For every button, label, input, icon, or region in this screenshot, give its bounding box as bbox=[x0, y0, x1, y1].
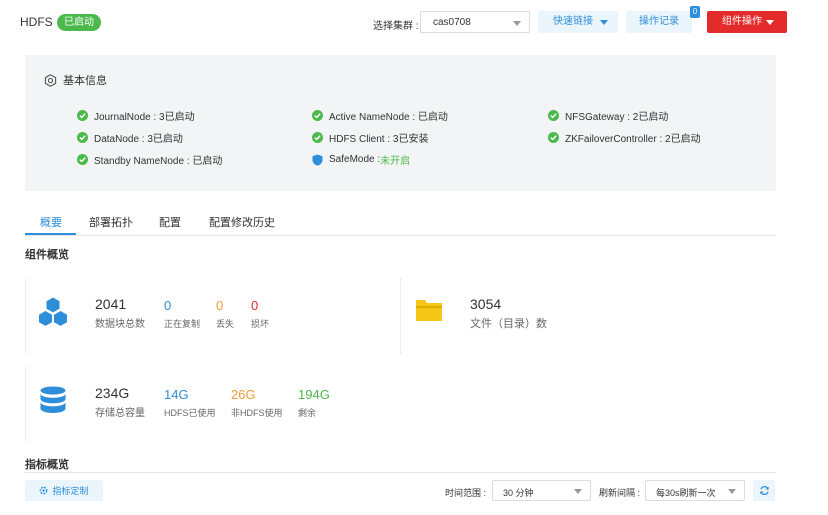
folder-icon bbox=[416, 300, 442, 321]
info-item-label: DataNode : 3已启动 bbox=[94, 134, 183, 145]
gear-icon bbox=[40, 486, 48, 495]
info-item-label: HDFS Client : 3已安装 bbox=[329, 134, 429, 145]
refresh-interval-select[interactable]: 每30s刷新一次 bbox=[645, 480, 745, 501]
check-circle-icon bbox=[77, 110, 88, 121]
refresh-interval-value: 每30s刷新一次 bbox=[656, 488, 716, 498]
metric-customize-button[interactable]: 指标定制 bbox=[25, 480, 103, 501]
chevron-down-icon bbox=[574, 489, 582, 494]
component-operation-label: 组件操作 bbox=[722, 16, 762, 27]
blocks-corrupt-value: 0 bbox=[251, 298, 259, 313]
storage-non-hdfs-label: 非HDFS使用 bbox=[231, 408, 283, 418]
chevron-down-icon bbox=[513, 21, 521, 26]
info-item-label: Standby NameNode : 已启动 bbox=[94, 156, 223, 167]
metrics-divider bbox=[25, 472, 776, 473]
check-circle-icon bbox=[77, 132, 88, 143]
info-item-standby-namenode: Standby NameNode : 已启动 bbox=[77, 152, 222, 167]
info-item-zkfailovercontroller: ZKFailoverController : 2已启动 bbox=[548, 130, 701, 145]
tab-deploy-topology[interactable]: 部署拓扑 bbox=[89, 214, 133, 230]
time-range-label: 时间范围 : bbox=[445, 488, 487, 498]
tab-config[interactable]: 配置 bbox=[159, 214, 181, 230]
info-item-safemode: SafeMode : 未开启 bbox=[312, 152, 410, 167]
time-range-select[interactable]: 30 分钟 bbox=[492, 480, 591, 501]
shield-icon bbox=[312, 154, 323, 166]
info-item-hdfs-client: HDFS Client : 3已安装 bbox=[312, 130, 428, 145]
metrics-overview-title: 指标概览 bbox=[25, 459, 69, 471]
operation-log-badge: 0 bbox=[690, 6, 700, 18]
quick-link-button[interactable]: 快速链接 bbox=[538, 11, 618, 33]
files-total-label: 文件（目录）数 bbox=[470, 318, 547, 330]
blocks-icon bbox=[39, 297, 67, 326]
target-icon bbox=[44, 73, 57, 87]
blocks-replicating-value: 0 bbox=[164, 298, 172, 313]
check-circle-icon bbox=[312, 110, 323, 121]
status-badge: 已启动 bbox=[57, 14, 101, 31]
blocks-total-label: 数据块总数 bbox=[95, 319, 145, 330]
time-range-value: 30 分钟 bbox=[503, 488, 534, 498]
check-circle-icon bbox=[548, 110, 559, 121]
cluster-label: 选择集群 : bbox=[373, 21, 419, 32]
storage-remaining-value: 194G bbox=[298, 387, 330, 402]
info-item-active-namenode: Active NameNode : 已启动 bbox=[312, 108, 448, 123]
info-item-label: ZKFailoverController : 2已启动 bbox=[565, 134, 701, 145]
quick-link-label: 快速链接 bbox=[553, 16, 593, 27]
blocks-corrupt-label: 损坏 bbox=[251, 319, 270, 329]
safemode-value: 未开启 bbox=[380, 156, 411, 167]
info-item-journalnode: JournalNode : 3已启动 bbox=[77, 108, 195, 123]
refresh-button[interactable] bbox=[753, 480, 775, 501]
tab-overview[interactable]: 概要 bbox=[40, 214, 62, 230]
metric-customize-label: 指标定制 bbox=[52, 486, 89, 496]
operation-log-button[interactable]: 操作记录 bbox=[626, 11, 692, 33]
chevron-down-icon bbox=[766, 20, 774, 25]
check-circle-icon bbox=[548, 132, 559, 143]
storage-hdfs-used-label: HDFS已使用 bbox=[164, 408, 216, 418]
info-item-nfsgateway: NFSGateway : 2已启动 bbox=[548, 108, 668, 123]
panel-divider bbox=[25, 278, 26, 354]
refresh-interval-label: 刷新间隔 : bbox=[599, 488, 641, 498]
check-circle-icon bbox=[312, 132, 323, 143]
info-item-label: NFSGateway : 2已启动 bbox=[565, 112, 669, 123]
storage-total-value: 234G bbox=[95, 385, 130, 401]
header-bar: HDFS 已启动 选择集群 : cas0708 快速链接 操作记录 0 组件操作 bbox=[0, 0, 828, 44]
storage-total-label: 存储总容量 bbox=[95, 408, 145, 419]
basic-info-panel: 基本信息 JournalNode : 3已启动 Active NameNode … bbox=[25, 55, 776, 191]
check-circle-icon bbox=[77, 154, 88, 165]
blocks-lost-value: 0 bbox=[216, 298, 224, 313]
info-item-datanode: DataNode : 3已启动 bbox=[77, 130, 183, 145]
files-total-value: 3054 bbox=[470, 296, 502, 312]
chevron-down-icon bbox=[728, 489, 736, 494]
database-icon bbox=[40, 386, 66, 413]
app-title: HDFS bbox=[20, 15, 53, 29]
component-operation-button[interactable]: 组件操作 bbox=[707, 11, 787, 33]
panel-divider bbox=[400, 278, 401, 354]
storage-remaining-label: 剩余 bbox=[298, 408, 317, 418]
safemode-label: SafeMode : bbox=[329, 154, 381, 165]
storage-hdfs-used-value: 14G bbox=[164, 387, 189, 402]
blocks-total-value: 2041 bbox=[95, 296, 127, 312]
info-item-label: Active NameNode : 已启动 bbox=[329, 112, 448, 123]
info-item-label: JournalNode : 3已启动 bbox=[94, 112, 195, 123]
storage-non-hdfs-value: 26G bbox=[231, 387, 256, 402]
tab-config-history[interactable]: 配置修改历史 bbox=[209, 214, 275, 230]
cluster-select[interactable]: cas0708 bbox=[420, 11, 530, 33]
blocks-lost-label: 丢失 bbox=[216, 319, 235, 329]
basic-info-title-text: 基本信息 bbox=[63, 75, 107, 87]
tab-bar: 概要 部署拓扑 配置 配置修改历史 bbox=[25, 206, 776, 236]
operation-log-label: 操作记录 bbox=[639, 16, 679, 27]
panel-divider bbox=[25, 366, 26, 442]
component-overview-title: 组件概览 bbox=[25, 249, 69, 261]
basic-info-title: 基本信息 bbox=[44, 72, 107, 88]
blocks-replicating-label: 正在复制 bbox=[164, 319, 201, 329]
refresh-icon bbox=[759, 486, 769, 495]
chevron-down-icon bbox=[600, 20, 608, 25]
cluster-select-value: cas0708 bbox=[433, 17, 471, 28]
active-tab-indicator bbox=[25, 233, 76, 235]
